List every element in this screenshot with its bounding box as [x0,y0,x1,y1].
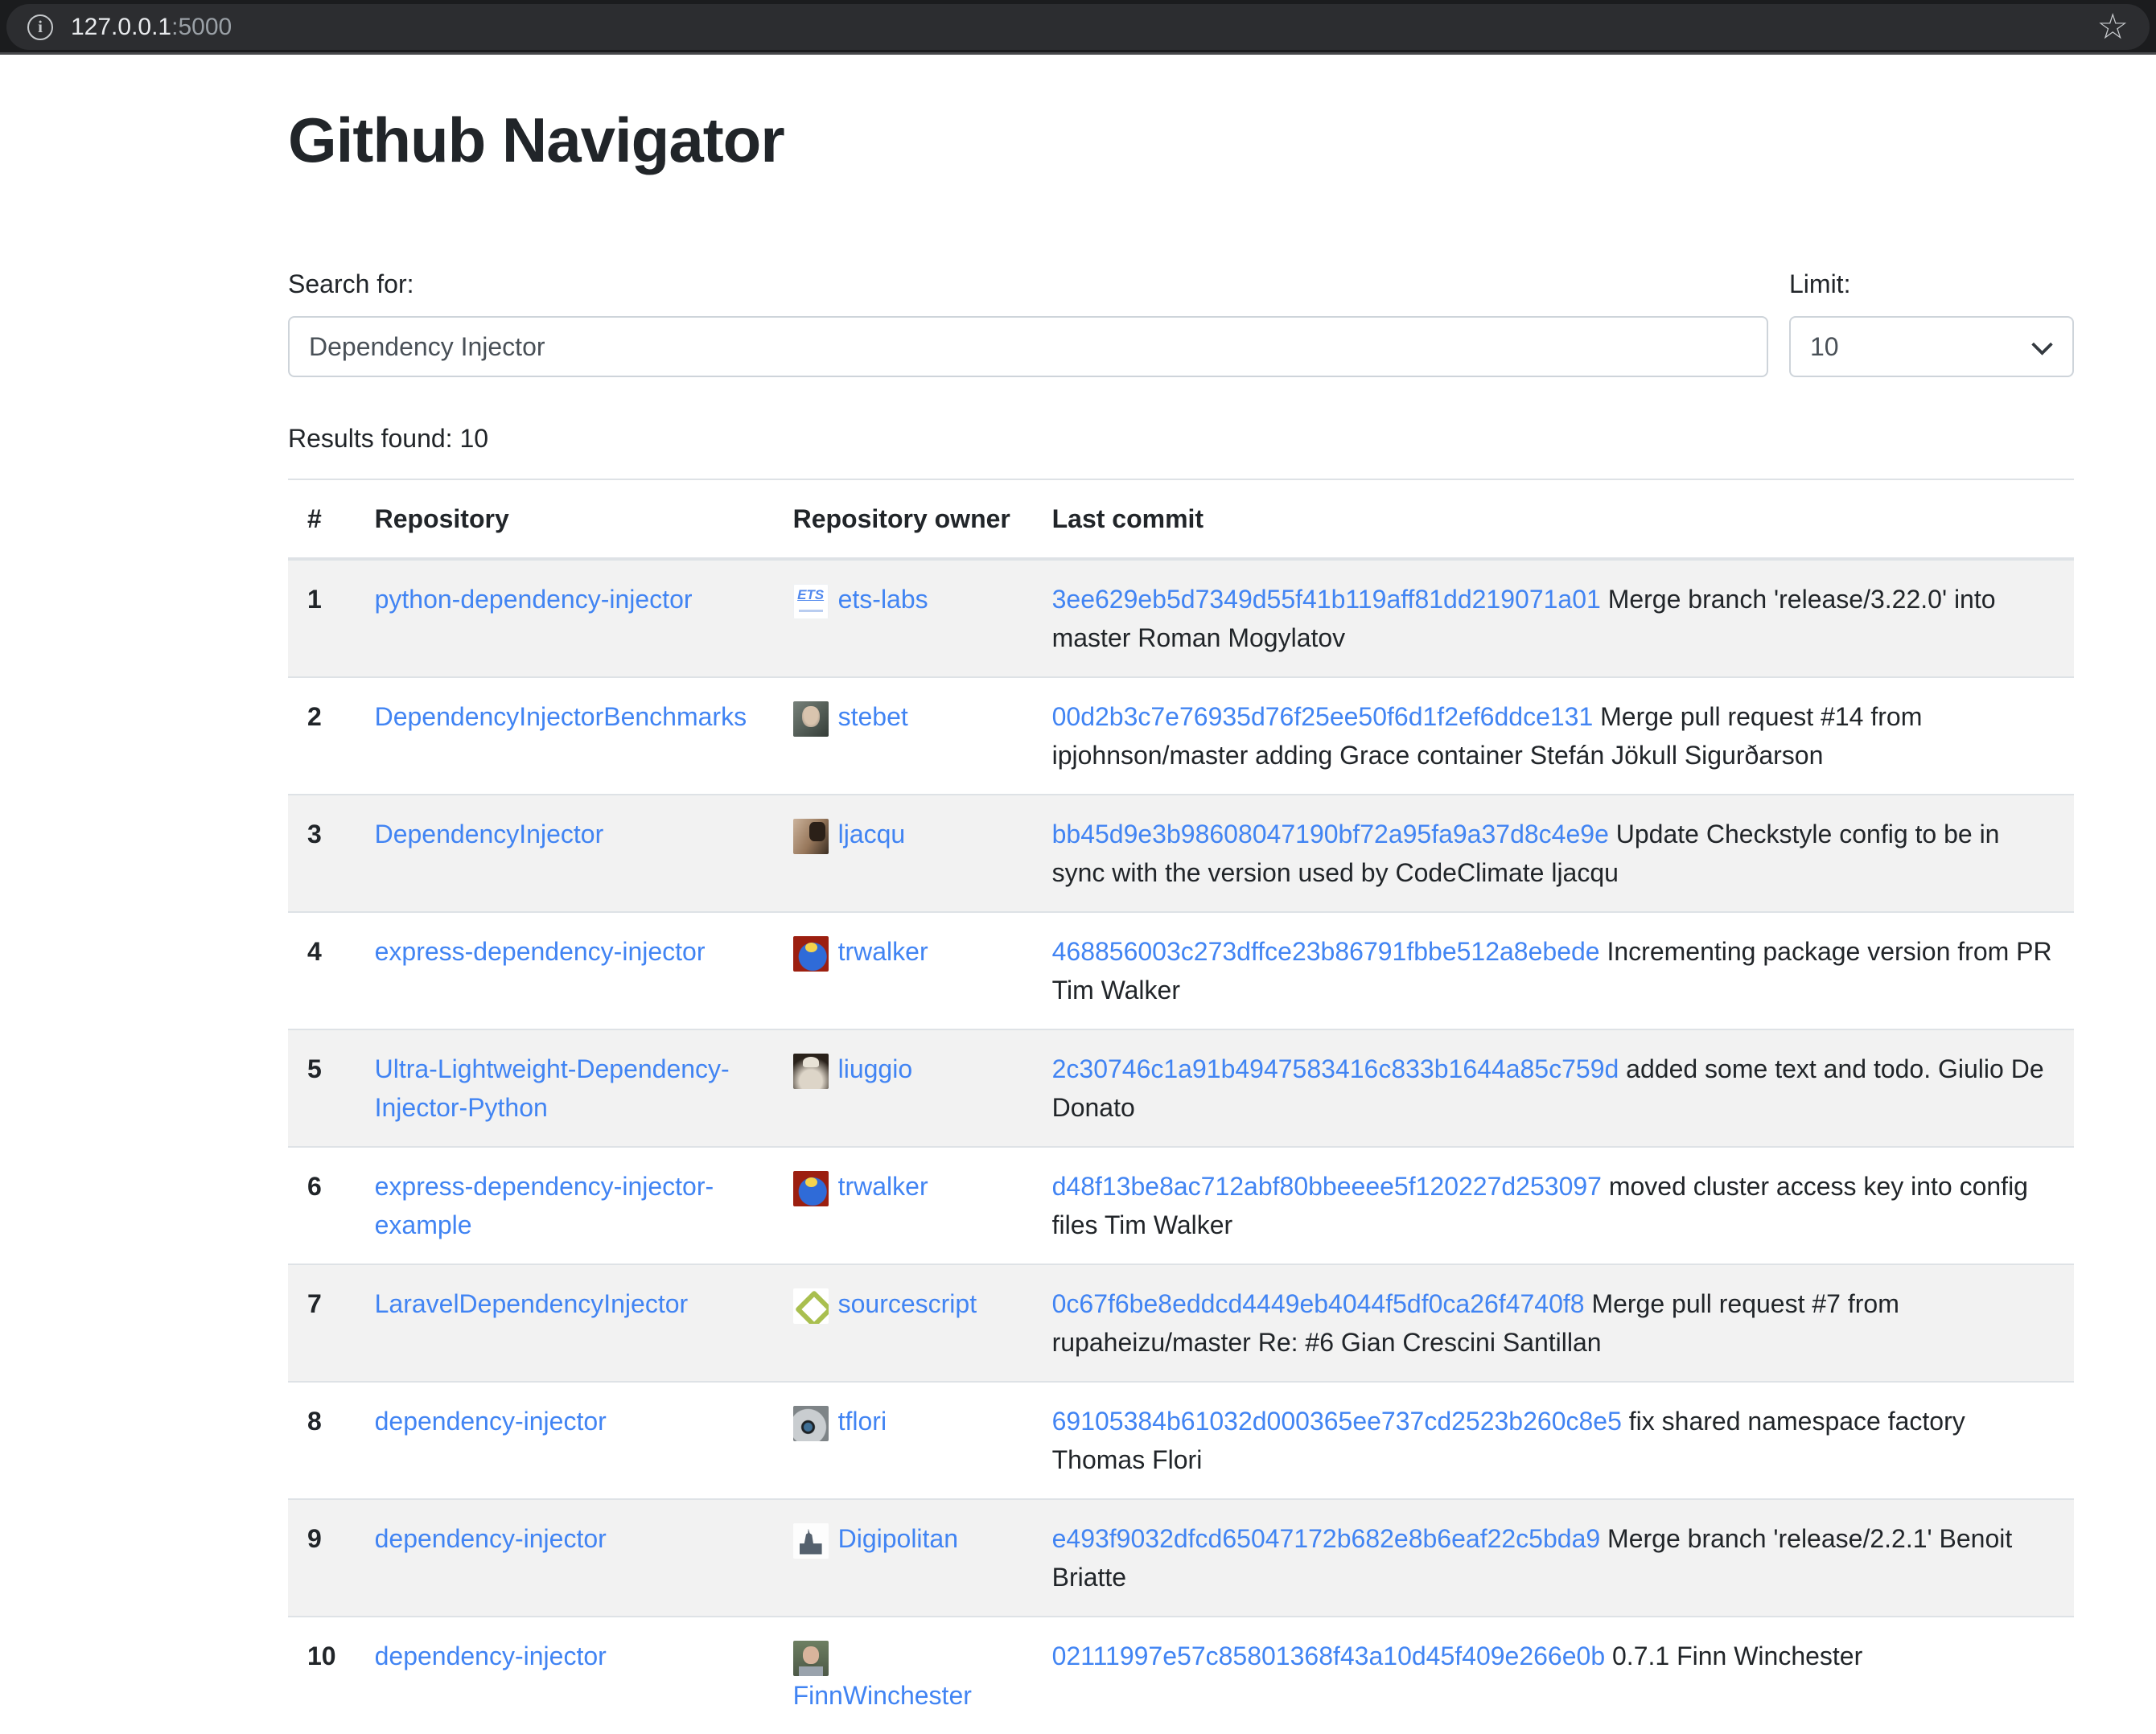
commit-hash-link[interactable]: 02111997e57c85801368f43a10d45f409e266e0b [1052,1642,1606,1670]
repositories-table: # Repository Repository owner Last commi… [288,479,2074,1734]
row-number: 4 [288,912,356,1029]
owner-link[interactable]: trwalker [793,937,928,966]
owner-link[interactable]: Digipolitan [793,1524,958,1553]
owner-avatar [793,584,829,619]
owner-link[interactable]: stebet [793,702,908,731]
row-number: 5 [288,1029,356,1147]
table-row: 3 DependencyInjector ljacqu bb45d9e3b986… [288,795,2074,912]
repository-link[interactable]: LaravelDependencyInjector [375,1289,689,1318]
page-title: Github Navigator [288,93,2074,187]
limit-select[interactable]: 10 [1789,316,2074,377]
repository-link[interactable]: express-dependency-injector-example [375,1172,714,1239]
repository-link[interactable]: DependencyInjectorBenchmarks [375,702,747,731]
table-row: 6 express-dependency-injector-example tr… [288,1147,2074,1264]
row-number: 8 [288,1382,356,1499]
table-row: 9 dependency-injector Digipolitan e493f9… [288,1499,2074,1617]
repository-link[interactable]: dependency-injector [375,1524,607,1553]
owner-name: sourcescript [838,1289,977,1318]
row-number: 9 [288,1499,356,1617]
owner-name: liuggio [838,1054,913,1083]
owner-avatar [793,936,829,972]
owner-name: tflori [838,1407,887,1436]
row-number: 1 [288,559,356,677]
repository-link[interactable]: dependency-injector [375,1642,607,1670]
star-icon[interactable]: ☆ [2097,10,2129,45]
header-repository: Repository [356,479,774,559]
table-row: 1 python-dependency-injector ets-labs 3e… [288,559,2074,677]
row-number: 10 [288,1617,356,1734]
search-label: Search for: [288,265,1768,303]
search-input[interactable] [288,316,1768,377]
owner-avatar [793,1054,829,1089]
owner-link[interactable]: ets-labs [793,585,928,614]
owner-link[interactable]: liuggio [793,1054,913,1083]
commit-hash-link[interactable]: bb45d9e3b98608047190bf72a95fa9a37d8c4e9e [1052,820,1609,849]
table-row: 5 Ultra-Lightweight-Dependency-Injector-… [288,1029,2074,1147]
row-number: 7 [288,1264,356,1382]
repository-link[interactable]: Ultra-Lightweight-Dependency-Injector-Py… [375,1054,730,1122]
owner-name: FinnWinchester [793,1681,972,1710]
commit-message: 0.7.1 Finn Winchester [1612,1642,1862,1670]
commit-hash-link[interactable]: e493f9032dfcd65047172b682e8b6eaf22c5bda9 [1052,1524,1601,1553]
owner-avatar [793,1523,829,1559]
owner-avatar [793,1288,829,1324]
owner-name: ets-labs [838,585,928,614]
commit-hash-link[interactable]: 0c67f6be8eddcd4449eb4044f5df0ca26f4740f8 [1052,1289,1585,1318]
repository-link[interactable]: dependency-injector [375,1407,607,1436]
table-row: 10 dependency-injector FinnWinchester 02… [288,1617,2074,1734]
url-text: 127.0.0.1:5000 [71,9,232,45]
owner-name: stebet [838,702,908,731]
table-row: 7 LaravelDependencyInjector sourcescript… [288,1264,2074,1382]
owner-link[interactable]: FinnWinchester [793,1642,972,1710]
search-form: Search for: Limit: 10 [288,265,2074,377]
commit-hash-link[interactable]: 468856003c273dffce23b86791fbbe512a8ebede [1052,937,1600,966]
table-row: 2 DependencyInjectorBenchmarks stebet 00… [288,677,2074,795]
table-row: 8 dependency-injector tflori 69105384b61… [288,1382,2074,1499]
owner-avatar [793,1171,829,1206]
commit-hash-link[interactable]: 3ee629eb5d7349d55f41b119aff81dd219071a01 [1052,585,1601,614]
url-host: 127.0.0.1 [71,14,171,40]
owner-name: Digipolitan [838,1524,958,1553]
owner-avatar [793,819,829,854]
commit-hash-link[interactable]: d48f13be8ac712abf80bbeeee5f120227d253097 [1052,1172,1602,1201]
commit-hash-link[interactable]: 69105384b61032d000365ee737cd2523b260c8e5 [1052,1407,1622,1436]
info-icon[interactable]: i [27,14,53,40]
page-body: Github Navigator Search for: Limit: 10 R… [0,55,2156,1734]
repository-link[interactable]: express-dependency-injector [375,937,706,966]
limit-label: Limit: [1789,265,2074,303]
owner-link[interactable]: tflori [793,1407,887,1436]
header-owner: Repository owner [774,479,1033,559]
owner-name: ljacqu [838,820,906,849]
table-body: 1 python-dependency-injector ets-labs 3e… [288,559,2074,1734]
owner-avatar [793,1406,829,1441]
commit-hash-link[interactable]: 00d2b3c7e76935d76f25ee50f6d1f2ef6ddce131 [1052,702,1594,731]
repository-link[interactable]: DependencyInjector [375,820,604,849]
owner-link[interactable]: ljacqu [793,820,906,849]
results-count: Results found: 10 [288,419,2074,458]
header-commit: Last commit [1033,479,2074,559]
header-number: # [288,479,356,559]
owner-avatar [793,701,829,737]
repository-link[interactable]: python-dependency-injector [375,585,693,614]
row-number: 2 [288,677,356,795]
owner-avatar [793,1641,829,1676]
owner-link[interactable]: sourcescript [793,1289,977,1318]
table-row: 4 express-dependency-injector trwalker 4… [288,912,2074,1029]
browser-chrome: i 127.0.0.1:5000 ☆ [0,0,2156,55]
commit-hash-link[interactable]: 2c30746c1a91b4947583416c833b1644a85c759d [1052,1054,1619,1083]
table-header-row: # Repository Repository owner Last commi… [288,479,2074,559]
row-number: 6 [288,1147,356,1264]
owner-link[interactable]: trwalker [793,1172,928,1201]
address-bar[interactable]: i 127.0.0.1:5000 ☆ [6,4,2150,50]
owner-name: trwalker [838,937,928,966]
limit-select-wrap: 10 [1789,316,2074,377]
owner-name: trwalker [838,1172,928,1201]
row-number: 3 [288,795,356,912]
url-port: :5000 [171,14,232,40]
